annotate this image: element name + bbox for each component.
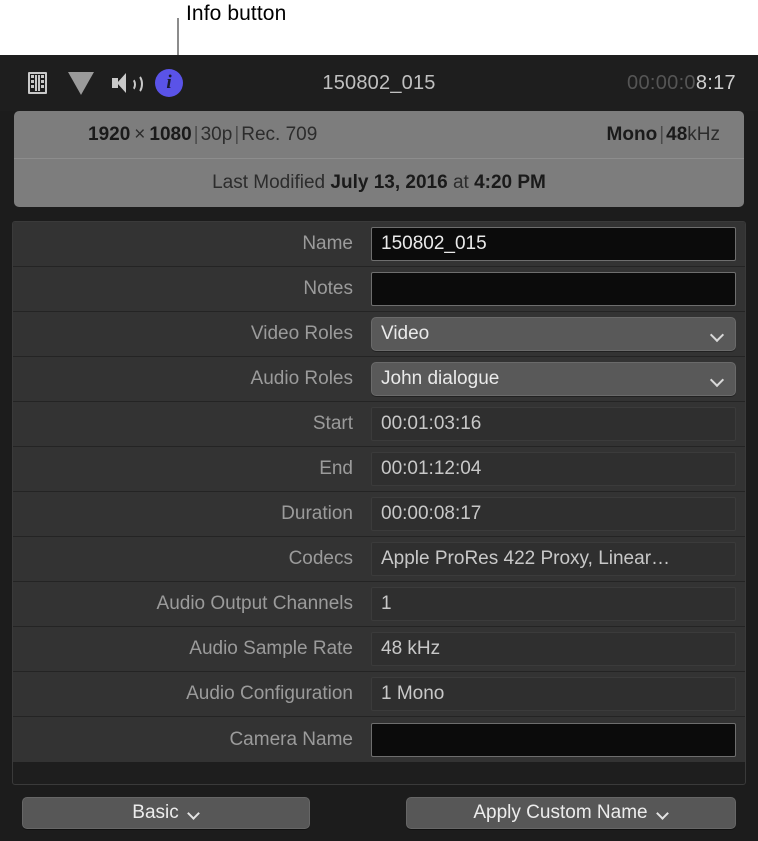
table-row: End 00:01:12:04 xyxy=(13,447,745,492)
metadata-list: Name 150802_015 Notes Video Roles Video … xyxy=(12,221,746,785)
row-label-video-roles: Video Roles xyxy=(13,323,371,345)
row-label-audio-configuration: Audio Configuration xyxy=(13,683,371,705)
last-modified-row: Last Modified July 13, 2016 at 4:20 PM xyxy=(14,159,744,206)
table-row: Audio Output Channels 1 xyxy=(13,582,745,627)
audio-roles-value: John dialogue xyxy=(381,368,499,390)
row-label-name: Name xyxy=(13,233,371,255)
video-roles-popup[interactable]: Video xyxy=(371,317,736,351)
color-triangle-icon[interactable] xyxy=(66,68,96,98)
apply-custom-name-label: Apply Custom Name xyxy=(473,802,647,824)
audio-channel-config: Mono xyxy=(607,124,658,145)
inspector-bottom-bar: Basic Apply Custom Name xyxy=(0,785,758,841)
row-label-start: Start xyxy=(13,413,371,435)
last-modified-conjunction: at xyxy=(453,172,469,193)
table-row: Start 00:01:03:16 xyxy=(13,402,745,447)
row-label-audio-roles: Audio Roles xyxy=(13,368,371,390)
divider-1: | xyxy=(192,124,201,145)
last-modified-prefix: Last Modified xyxy=(212,172,325,193)
duration-value[interactable]: 00:00:08:17 xyxy=(371,497,736,531)
end-value[interactable]: 00:01:12:04 xyxy=(371,452,736,486)
metadata-view-button[interactable]: Basic xyxy=(22,797,310,829)
screenshot-root: Info button i xyxy=(0,0,758,841)
chevron-down-icon xyxy=(711,375,724,383)
row-label-notes: Notes xyxy=(13,278,371,300)
notes-input[interactable] xyxy=(371,272,736,306)
inspector-toolbar: i 150802_015 00:00:08:17 xyxy=(0,55,758,111)
camera-name-input[interactable] xyxy=(371,723,736,757)
info-button[interactable]: i xyxy=(154,68,184,98)
color-space: Rec. 709 xyxy=(241,124,317,145)
frame-rate: 30p xyxy=(201,124,233,145)
speaker-icon[interactable] xyxy=(110,68,140,98)
name-input[interactable]: 150802_015 xyxy=(371,227,736,261)
table-row: Audio Sample Rate 48 kHz xyxy=(13,627,745,672)
metadata-view-label: Basic xyxy=(132,802,178,824)
audio-configuration-value[interactable]: 1 Mono xyxy=(371,677,736,711)
format-summary-row: 1920×1080|30p|Rec. 709 Mono|48kHz xyxy=(14,111,744,159)
clip-summary-card: 1920×1080|30p|Rec. 709 Mono|48kHz Last M… xyxy=(14,111,744,207)
clip-duration-timecode: 00:00:08:17 xyxy=(627,72,736,95)
row-label-audio-output-channels: Audio Output Channels xyxy=(13,593,371,615)
audio-roles-popup[interactable]: John dialogue xyxy=(371,362,736,396)
video-format-summary: 1920×1080|30p|Rec. 709 xyxy=(40,124,317,146)
divider-2: | xyxy=(232,124,241,145)
video-roles-value: Video xyxy=(381,323,429,345)
row-label-end: End xyxy=(13,458,371,480)
table-row: Video Roles Video xyxy=(13,312,745,357)
film-strip-icon[interactable] xyxy=(22,68,52,98)
row-label-camera-name: Camera Name xyxy=(13,729,371,751)
info-icon: i xyxy=(155,69,183,97)
resolution-height: 1080 xyxy=(149,124,191,145)
last-modified-text: Last Modified July 13, 2016 at 4:20 PM xyxy=(212,172,546,194)
row-label-audio-sample-rate: Audio Sample Rate xyxy=(13,638,371,660)
audio-format-summary: Mono|48kHz xyxy=(607,124,720,146)
table-row: Audio Configuration 1 Mono xyxy=(13,672,745,717)
last-modified-date: July 13, 2016 xyxy=(330,172,447,193)
codecs-value[interactable]: Apple ProRes 422 Proxy, Linear… xyxy=(371,542,736,576)
table-row: Camera Name xyxy=(13,717,745,762)
timecode-leading-zeros: 00:00:0 xyxy=(627,72,696,94)
table-row: Name 150802_015 xyxy=(13,222,745,267)
table-row: Duration 00:00:08:17 xyxy=(13,492,745,537)
sample-rate-number: 48 xyxy=(666,124,687,145)
resolution-width: 1920 xyxy=(88,124,130,145)
audio-output-channels-value[interactable]: 1 xyxy=(371,587,736,621)
timecode-value: 8:17 xyxy=(696,72,736,94)
audio-sample-rate-value[interactable]: 48 kHz xyxy=(371,632,736,666)
chevron-down-icon xyxy=(711,330,724,338)
apply-custom-name-button[interactable]: Apply Custom Name xyxy=(406,797,736,829)
row-label-codecs: Codecs xyxy=(13,548,371,570)
row-label-duration: Duration xyxy=(13,503,371,525)
resolution-separator: × xyxy=(130,124,149,145)
chevron-down-icon xyxy=(188,809,200,817)
callout-label: Info button xyxy=(186,2,286,26)
chevron-down-icon xyxy=(657,809,669,817)
divider-3: | xyxy=(657,124,666,145)
table-row: Audio Roles John dialogue xyxy=(13,357,745,402)
table-row: Notes xyxy=(13,267,745,312)
inspector-tab-icons: i xyxy=(0,68,184,98)
start-value[interactable]: 00:01:03:16 xyxy=(371,407,736,441)
sample-rate-unit: kHz xyxy=(687,124,720,145)
last-modified-time: 4:20 PM xyxy=(474,172,546,193)
inspector-window: i 150802_015 00:00:08:17 1920×1080|30p|R… xyxy=(0,55,758,841)
table-row: Codecs Apple ProRes 422 Proxy, Linear… xyxy=(13,537,745,582)
